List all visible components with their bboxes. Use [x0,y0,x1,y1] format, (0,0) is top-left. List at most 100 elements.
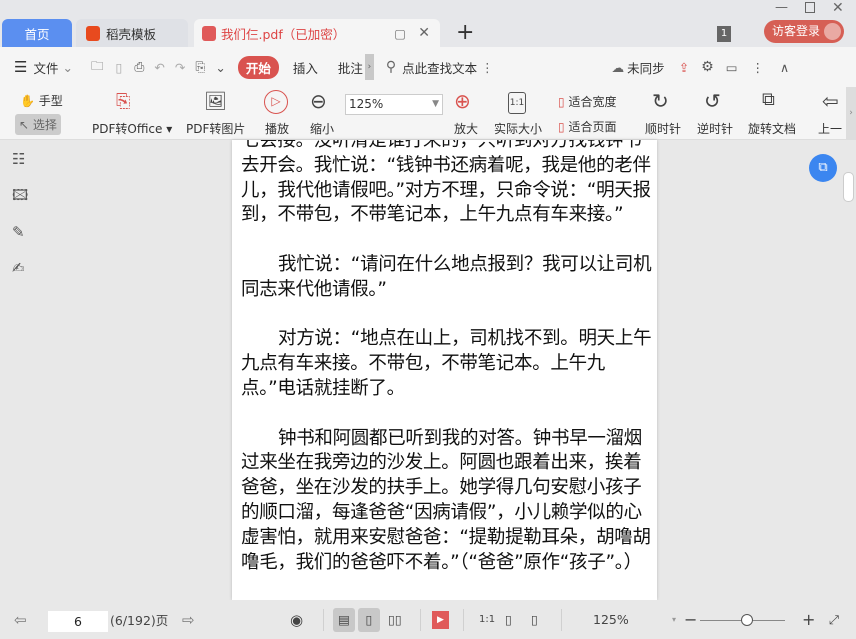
gear-icon[interactable]: ⚙ [701,59,714,75]
previous-button[interactable]: 上一 [818,120,842,137]
tab-insert[interactable]: 插入 [293,58,318,77]
status-bar: ⇦ 6 (6/192)页 ⇨ ◉ ▤ ▯ ▯▯ ▶ 1:1 ▯ ▯ 125% ▾… [0,600,856,639]
fit-width-icon[interactable]: ▯ [531,612,538,627]
undo-icon[interactable]: ↶ [154,60,164,75]
paragraph: 对方说：“地点在山上，司机找不到。明天上午九点有车来接。不带包，不带笔记本。上午… [241,328,652,399]
pin-icon[interactable]: ▢ [394,26,406,41]
eye-protection-icon[interactable]: ◉ [290,611,303,629]
select-label: 选择 [32,118,57,132]
rotate-document-icon: ⧉ [762,89,775,110]
file-menu[interactable]: 文件 [33,58,58,77]
login-label: 访客登录 [772,24,821,38]
play-icon: ▷ [264,90,288,114]
tab-pdf-document[interactable]: 我们仨.pdf（已加密） ▢ ✕ [194,19,440,47]
print-icon[interactable]: ⎙ [134,59,144,75]
main-toolbar: ☰ 文件 ⌄ 🗀 ▯ ⎙ ↶ ↷ ⎘ ⌄ 开始 插入 批注 › ⚲ 点此查找文本… [0,47,856,87]
pdf-page: 七会接。没听清是谁打来的，只听到对方找钱钟书去开会。我忙说：“钱钟书还病着呢，我… [232,140,657,600]
play-icon[interactable]: ▶ [432,611,449,629]
redo-icon[interactable]: ↷ [175,60,185,75]
share-icon[interactable]: ⇪ [679,60,689,75]
ribbon: ✋ 手型 ↖ 选择 ⎘ PDF转Office ▾ 🖼 PDF转图片 ▷ 播放 ⊖… [0,87,856,140]
tab-annotate[interactable]: 批注 [338,58,363,77]
zoom-out-icon[interactable]: ⊖ [310,89,327,113]
actual-size-icon[interactable]: 1:1 [479,614,495,625]
fit-page-icon[interactable]: ▯ [505,612,512,627]
tab-label: 稻壳模板 [106,26,157,42]
prev-page-icon[interactable]: ⇦ [14,611,27,629]
zoom-out-button[interactable]: 缩小 [310,120,334,137]
tab-label: 我们仨.pdf（已加密） [221,26,346,42]
minimize-button[interactable]: — [775,0,788,15]
hand-tool[interactable]: ✋ 手型 [20,92,63,109]
zoom-out-button[interactable]: − [684,610,697,629]
floating-action-button[interactable]: ⧉ [809,154,837,182]
zoom-slider-handle[interactable] [740,614,753,626]
select-tool[interactable]: ↖ 选择 [15,114,61,135]
maximize-button[interactable] [805,2,815,13]
new-tab-button[interactable]: + [456,20,474,45]
rotate-counterclockwise-button[interactable]: 逆时针 [697,120,733,137]
rotate-clockwise-button[interactable]: 顺时针 [645,120,681,137]
tab-templates[interactable]: 稻壳模板 [76,19,188,47]
fit-width-button[interactable]: ▯ 适合宽度 [558,93,616,110]
open-icon[interactable]: 🗀 [91,57,104,78]
vertical-scrollbar[interactable] [843,172,854,202]
thumbnail-icon[interactable]: 🖾 [12,185,28,210]
tab-label: 首页 [24,26,50,42]
window-count-badge[interactable]: 1 [717,26,731,42]
annotation-icon[interactable]: ✎ [12,223,25,241]
page-info: (6/192)页 [110,613,169,628]
login-button[interactable]: 访客登录 [764,20,844,43]
zoom-in-button[interactable]: + [802,610,815,629]
tab-start[interactable]: 开始 [237,55,279,79]
export-icon[interactable]: ⎘ [195,59,205,75]
pdf-to-office-button[interactable]: PDF转Office ▾ [92,120,172,137]
search-text-button[interactable]: 点此查找文本 [402,58,477,77]
pdf-to-office-icon: ⎘ [116,91,131,112]
zoom-select[interactable]: 125% ▼ [345,94,443,115]
single-page-icon[interactable]: ▯ [358,608,380,632]
rotate-document-button[interactable]: 旋转文档 [748,120,796,137]
zoom-dropdown-icon[interactable]: ▾ [672,615,676,624]
save-icon[interactable]: ▯ [115,60,122,75]
paragraph: 我忙说：“请问在什么地点报到？我可以让司机同志来代他请假。” [241,253,652,300]
fit-page-button[interactable]: ▯ 适合页面 [558,118,616,135]
paragraph: 七会接。没听清是谁打来的，只听到对方找钱钟书去开会。我忙说：“钱钟书还病着呢，我… [241,140,651,226]
tab-home[interactable]: 首页 [2,19,72,47]
scroll-tabs-right[interactable]: › [364,54,374,80]
page-input[interactable]: 6 [48,611,108,632]
cloud-icon: ☁ [611,59,625,75]
close-window-button[interactable]: ✕ [832,0,844,16]
more-vert-icon[interactable]: ⋮ [752,60,765,75]
zoom-level[interactable]: 125% [593,612,629,627]
rotate-cw-icon: ↻ [652,89,669,113]
fullscreen-icon[interactable]: ⤢ [829,612,839,628]
more-icon[interactable]: ⋮ [481,60,494,75]
zoom-in-icon[interactable]: ⊕ [454,89,471,113]
docer-icon [86,25,100,41]
avatar [824,23,841,40]
collapse-ribbon-icon[interactable]: ∧ [780,60,789,75]
outline-icon[interactable]: ☷ [12,150,25,168]
previous-icon: ⇦ [822,89,839,113]
hand-label: 手型 [38,94,63,108]
signature-icon[interactable]: ✍ [12,259,25,277]
sync-status[interactable]: 未同步 [627,58,665,77]
actual-size-button[interactable]: 实际大小 [494,120,542,137]
continuous-view-icon[interactable]: ▤ [333,608,355,632]
left-sidebar: ☷ 🖾 ✎ ✍ [0,140,42,600]
play-button[interactable]: 播放 [265,120,289,137]
double-page-icon[interactable]: ▯▯ [388,612,402,627]
close-tab-icon[interactable]: ✕ [418,25,430,41]
paragraph: 钟书和阿圆都已听到我的对答。钟书早一溜烟过来坐在我旁边的沙发上。阿圆也跟着出来，… [241,427,651,573]
feedback-icon[interactable]: ▭ [726,60,738,75]
zoom-in-button[interactable]: 放大 [454,120,478,137]
pdf-to-image-button[interactable]: PDF转图片 [186,120,245,137]
ribbon-scroll-right[interactable]: › [846,87,856,139]
next-page-icon[interactable]: ⇨ [182,611,195,629]
chevron-down-icon[interactable]: ⌄ [62,60,72,75]
search-icon: ⚲ [385,59,397,75]
menu-icon[interactable]: ☰ [14,58,27,76]
actual-size-icon: 1:1 [508,92,526,114]
more-dropdown-icon[interactable]: ⌄ [215,60,225,75]
